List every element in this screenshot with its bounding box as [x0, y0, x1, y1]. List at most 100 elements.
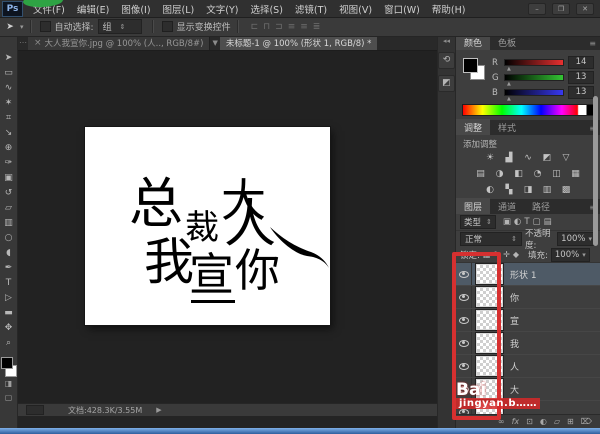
layer-row[interactable]: 宣 [456, 309, 600, 332]
tab-layers[interactable]: 图层 [456, 198, 490, 214]
layer-name[interactable]: 大 [510, 383, 519, 396]
layer-name[interactable]: 我 [510, 337, 519, 350]
channel-value[interactable]: 13 [568, 86, 594, 99]
horizontal-type-tool[interactable]: T [0, 276, 17, 291]
move-tool[interactable]: ➤ [0, 51, 17, 66]
channel-slider[interactable] [504, 89, 564, 96]
color-lookup-icon[interactable]: ▦ [568, 168, 583, 181]
layer-row[interactable]: 形状 1 [456, 263, 600, 286]
foreground-color-swatch[interactable] [1, 357, 13, 369]
layer-thumbnail[interactable] [476, 333, 503, 353]
eyedropper-tool[interactable]: ↘ [0, 126, 17, 141]
layer-row[interactable]: 我 [456, 332, 600, 355]
new-adjustment-layer-icon[interactable]: ◐ [540, 417, 547, 426]
history-brush-tool[interactable]: ↺ [0, 186, 17, 201]
spot-healing-brush-tool[interactable]: ⊕ [0, 141, 17, 156]
clone-stamp-tool[interactable]: ▣ [0, 171, 17, 186]
blend-mode-dropdown[interactable]: 正常 ⇕ [460, 232, 522, 246]
exposure-icon[interactable]: ◩ [540, 152, 555, 165]
status-options-arrow-icon[interactable]: ▶ [156, 406, 161, 414]
brush-tool[interactable]: ✑ [0, 156, 17, 171]
align-left-edges-icon[interactable]: ⊏ [251, 22, 259, 32]
layer-thumbnail[interactable] [476, 287, 503, 307]
invert-icon[interactable]: ◐ [483, 184, 498, 197]
properties-panel-button[interactable]: ◩ [438, 75, 455, 92]
lock-transparency-icon[interactable]: ▦ [483, 250, 491, 259]
minimize-button[interactable]: – [528, 3, 546, 15]
lock-pixels-icon[interactable]: ✎ [493, 250, 500, 259]
layer-name[interactable]: 形状 1 [510, 268, 537, 281]
delete-layer-icon[interactable]: ⌦ [581, 417, 592, 426]
tab-styles[interactable]: 样式 [490, 119, 524, 135]
align-right-edges-icon[interactable]: ⊐ [275, 22, 283, 32]
align-v-centers-icon[interactable]: ≡ [300, 22, 308, 32]
document-canvas[interactable]: 总 裁 大 人 我 宣 你 [85, 127, 330, 325]
opacity-field[interactable]: 100% ▾ [557, 232, 596, 246]
layer-name[interactable]: 你 [510, 291, 519, 304]
fill-field[interactable]: 100% ▾ [551, 248, 590, 262]
layer-visibility-toggle[interactable] [456, 309, 472, 331]
menu-item[interactable]: 图层(L) [157, 2, 201, 16]
menu-item[interactable]: 文字(Y) [200, 2, 244, 16]
layer-thumbnail[interactable] [476, 356, 503, 376]
layer-row[interactable]: 你 [456, 286, 600, 309]
screen-mode-button[interactable]: ▢ [5, 391, 13, 405]
menu-item[interactable]: 编辑(E) [71, 2, 115, 16]
layers-scrollbar[interactable] [593, 96, 598, 246]
channel-slider[interactable] [504, 74, 564, 81]
threshold-icon[interactable]: ◨ [521, 184, 536, 197]
new-group-icon[interactable]: ▱ [554, 417, 560, 426]
panel-menu-icon[interactable]: ≡ [589, 39, 596, 48]
quick-selection-tool[interactable]: ✶ [0, 96, 17, 111]
foreground-color-swatch[interactable] [463, 58, 478, 73]
layer-effects-icon[interactable]: fx [512, 417, 520, 426]
history-panel-button[interactable]: ⟲ [438, 52, 455, 69]
lock-all-icon[interactable]: ◆ [513, 250, 519, 259]
tab-channels[interactable]: 通道 [490, 198, 524, 214]
tool-preset-chevron-icon[interactable]: ▾ [20, 23, 24, 31]
color-balance-icon[interactable]: ◑ [492, 168, 507, 181]
photo-filter-icon[interactable]: ◔ [530, 168, 545, 181]
tab-overflow-icon[interactable]: ⋯ [18, 36, 28, 50]
document-tab-active[interactable]: 未标题-1 @ 100% (形状 1, RGB/8) * [220, 36, 378, 50]
panel-color-swatches[interactable] [463, 58, 485, 80]
tab-adjustments[interactable]: 调整 [456, 119, 490, 135]
layer-visibility-toggle[interactable] [456, 355, 472, 377]
document-tab-inactive[interactable]: × 大人我宣你.jpg @ 100% (人.., RGB/8#) [28, 36, 210, 50]
layer-row[interactable]: 人 [456, 355, 600, 378]
menu-item[interactable]: 视图(V) [333, 2, 378, 16]
zoom-level-field[interactable] [26, 405, 44, 415]
color-spectrum-ramp[interactable] [462, 104, 594, 116]
channel-value[interactable]: 13 [568, 71, 594, 84]
close-tab-icon[interactable]: × [34, 38, 42, 48]
gradient-tool[interactable]: ▥ [0, 216, 17, 231]
new-layer-icon[interactable]: ⊞ [567, 417, 574, 426]
layer-name[interactable]: 宣 [510, 314, 519, 327]
layer-name[interactable]: 人 [510, 360, 519, 373]
channel-slider[interactable] [504, 59, 564, 66]
canvas-workspace[interactable]: 总 裁 大 人 我 宣 你 [18, 50, 437, 403]
restore-button[interactable]: ❐ [552, 3, 570, 15]
add-mask-icon[interactable]: ⊡ [526, 417, 533, 426]
filter-adjustment-layers-icon[interactable]: ◐ [514, 217, 521, 227]
show-transform-checkbox[interactable] [162, 21, 173, 32]
blur-tool[interactable]: ○ [0, 231, 17, 246]
black-white-icon[interactable]: ◧ [511, 168, 526, 181]
auto-select-dropdown[interactable]: 组 ⇕ [98, 19, 142, 34]
layer-visibility-toggle[interactable] [456, 286, 472, 308]
channel-mixer-icon[interactable]: ◫ [549, 168, 564, 181]
dodge-tool[interactable]: ◖ [0, 246, 17, 261]
levels-icon[interactable]: ▟ [502, 152, 517, 165]
layer-visibility-toggle[interactable] [456, 263, 472, 285]
tab-paths[interactable]: 路径 [524, 198, 558, 214]
zoom-tool[interactable]: ⌕ [0, 336, 17, 351]
link-layers-icon[interactable]: ∞ [498, 417, 505, 426]
layer-thumbnail[interactable] [476, 310, 503, 330]
gradient-map-icon[interactable]: ▩ [559, 184, 574, 197]
lasso-tool[interactable]: ∿ [0, 81, 17, 96]
filter-type-layers-icon[interactable]: T [524, 217, 529, 227]
pen-tool[interactable]: ✒ [0, 261, 17, 276]
layer-filter-dropdown[interactable]: 类型 ⇕ [460, 215, 496, 229]
filter-shape-layers-icon[interactable]: ▢ [533, 217, 541, 227]
filter-pixel-layers-icon[interactable]: ▣ [503, 217, 511, 227]
